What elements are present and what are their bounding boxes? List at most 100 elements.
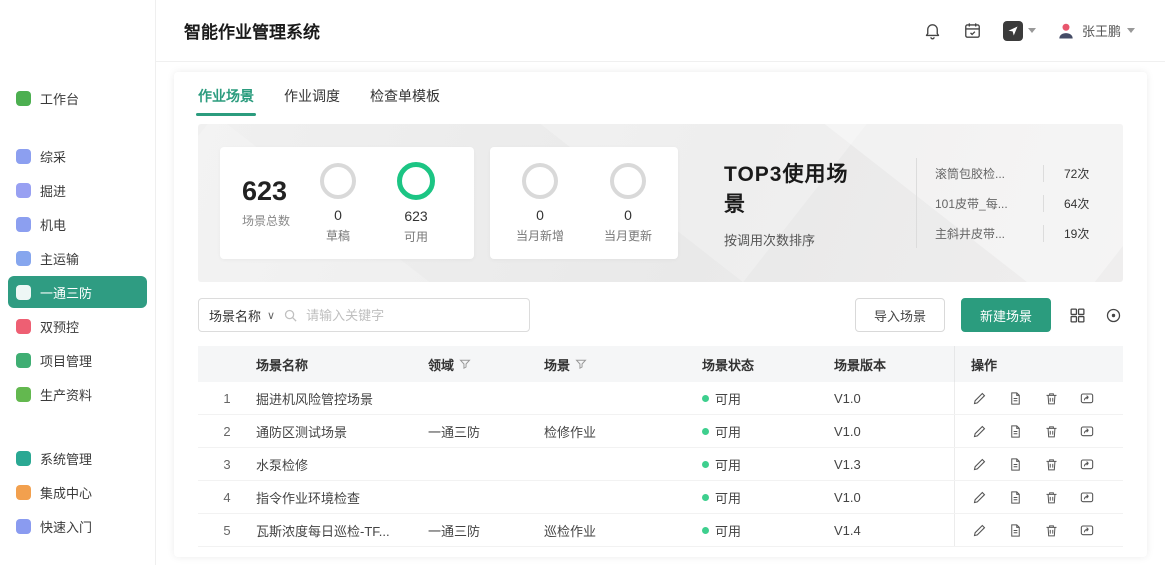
stat-value: 623	[404, 208, 427, 224]
total-block: 623 场景总数	[242, 177, 290, 230]
tab-label: 作业场景	[198, 88, 254, 104]
tab-schedule[interactable]: 作业调度	[284, 86, 340, 116]
sidebar-item-label: 掘进	[40, 181, 66, 200]
search-field-select[interactable]: 场景名称 ∨	[209, 306, 275, 325]
row-index: 3	[198, 457, 256, 472]
box-icon	[16, 387, 31, 402]
edit-icon[interactable]	[971, 489, 987, 505]
topbar-actions: 张王鹏	[923, 21, 1135, 41]
tab-scene[interactable]: 作业场景	[198, 86, 254, 116]
top3-subtitle: 按调用次数排序	[724, 230, 870, 249]
delete-icon[interactable]	[1043, 489, 1059, 505]
create-scene-button[interactable]: 新建场景	[961, 298, 1051, 332]
table-toolbar: 场景名称 ∨ 导入场景 新建场景	[198, 298, 1123, 332]
col-scene[interactable]: 场景	[544, 355, 702, 374]
sidebar-item-project-mgmt[interactable]: 项目管理	[8, 344, 147, 376]
sidebar-item-yitongsanfang[interactable]: 一通三防	[8, 276, 147, 308]
bell-icon[interactable]	[923, 21, 943, 41]
module-icon	[16, 251, 31, 266]
module-icon	[16, 217, 31, 232]
shield-icon	[16, 319, 31, 334]
status-cell: 可用	[702, 389, 834, 408]
search-field-label: 场景名称	[209, 306, 261, 325]
edit-icon[interactable]	[971, 390, 987, 406]
user-menu[interactable]: 张王鹏	[1056, 21, 1135, 41]
edit-icon[interactable]	[971, 423, 987, 439]
ring-gray	[320, 163, 356, 199]
ring-gray	[610, 163, 646, 199]
table-row[interactable]: 4 指令作业环境检查 可用 V1.0	[198, 481, 1123, 514]
table-row[interactable]: 3 水泵检修 可用 V1.3	[198, 448, 1123, 481]
table-row[interactable]: 1 掘进机风险管控场景 可用 V1.0	[198, 382, 1123, 415]
delete-icon[interactable]	[1043, 390, 1059, 406]
share-icon[interactable]	[1079, 390, 1095, 406]
copy-icon[interactable]	[1007, 423, 1023, 439]
settings-icon[interactable]	[1103, 305, 1123, 325]
sidebar-item-label: 系统管理	[40, 449, 92, 468]
top3-item-name: 101皮带_每...	[935, 195, 1043, 212]
edit-icon[interactable]	[971, 456, 987, 472]
table-row[interactable]: 2 通防区测试场景 一通三防 检修作业 可用 V1.0	[198, 415, 1123, 448]
sidebar-item-zongcai[interactable]: 综采	[8, 140, 147, 172]
user-name: 张王鹏	[1082, 21, 1121, 40]
scene-domain: 一通三防	[428, 422, 544, 441]
scene-name: 掘进机风险管控场景	[256, 389, 428, 408]
copy-icon[interactable]	[1007, 390, 1023, 406]
toolbar-right: 导入场景 新建场景	[855, 298, 1123, 332]
status-text: 可用	[715, 389, 741, 408]
row-actions	[954, 382, 1123, 414]
sidebar-item-workbench[interactable]: 工作台	[8, 82, 147, 114]
edit-icon[interactable]	[971, 522, 987, 538]
import-scene-button[interactable]: 导入场景	[855, 298, 945, 332]
sidebar-item-production-data[interactable]: 生产资料	[8, 378, 147, 410]
filter-icon[interactable]	[459, 358, 471, 370]
sidebar-item-jidian[interactable]: 机电	[8, 208, 147, 240]
calendar-icon[interactable]	[963, 21, 983, 41]
stat-card-monthly: 0 当月新增 0 当月更新	[490, 147, 678, 259]
top3-item[interactable]: 滚筒包胶检... 72次	[935, 158, 1101, 188]
share-icon[interactable]	[1079, 489, 1095, 505]
table-row[interactable]: 5 瓦斯浓度每日巡检-TF... 一通三防 巡检作业 可用 V1.4	[198, 514, 1123, 547]
delete-icon[interactable]	[1043, 522, 1059, 538]
stat-label: 草稿	[326, 227, 350, 244]
scene-table: 场景名称 领域 场景 场景状态 场景版本 操作	[198, 346, 1123, 547]
sidebar-item-shuangyukong[interactable]: 双预控	[8, 310, 147, 342]
search-box: 场景名称 ∨	[198, 298, 530, 332]
share-icon[interactable]	[1079, 423, 1095, 439]
top3-item-count: 72次	[1043, 165, 1101, 182]
row-index: 1	[198, 391, 256, 406]
sidebar-item-label: 生产资料	[40, 385, 92, 404]
share-icon[interactable]	[1079, 456, 1095, 472]
sidebar-item-integration-center[interactable]: 集成中心	[8, 476, 147, 508]
copy-icon[interactable]	[1007, 456, 1023, 472]
sidebar-item-system-mgmt[interactable]: 系统管理	[8, 442, 147, 474]
copy-icon[interactable]	[1007, 522, 1023, 538]
top3-item[interactable]: 101皮带_每... 64次	[935, 188, 1101, 218]
copy-icon[interactable]	[1007, 489, 1023, 505]
sidebar-item-zhuyunshu[interactable]: 主运输	[8, 242, 147, 274]
delete-icon[interactable]	[1043, 423, 1059, 439]
scene-type: 巡检作业	[544, 521, 702, 540]
apps-icon	[1003, 21, 1023, 41]
sidebar-item-quick-start[interactable]: 快速入门	[8, 510, 147, 542]
filter-icon[interactable]	[575, 358, 587, 370]
stat-value: 0	[536, 207, 544, 223]
apps-menu[interactable]	[1003, 21, 1036, 41]
search-input[interactable]	[306, 308, 519, 323]
delete-icon[interactable]	[1043, 456, 1059, 472]
grid-view-icon[interactable]	[1067, 305, 1087, 325]
status-text: 可用	[715, 455, 741, 474]
scene-version: V1.0	[834, 490, 954, 505]
status-dot	[702, 395, 709, 402]
sidebar-item-juejin[interactable]: 掘进	[8, 174, 147, 206]
stat-label: 可用	[404, 228, 428, 245]
share-icon[interactable]	[1079, 522, 1095, 538]
row-index: 2	[198, 424, 256, 439]
col-domain[interactable]: 领域	[428, 355, 544, 374]
book-icon	[16, 519, 31, 534]
stat-available: 623 可用	[380, 162, 452, 245]
top3-item[interactable]: 主斜井皮带... 19次	[935, 218, 1101, 248]
row-index: 4	[198, 490, 256, 505]
sidebar-item-label: 工作台	[40, 89, 79, 108]
tab-checklist-template[interactable]: 检查单模板	[370, 86, 440, 116]
